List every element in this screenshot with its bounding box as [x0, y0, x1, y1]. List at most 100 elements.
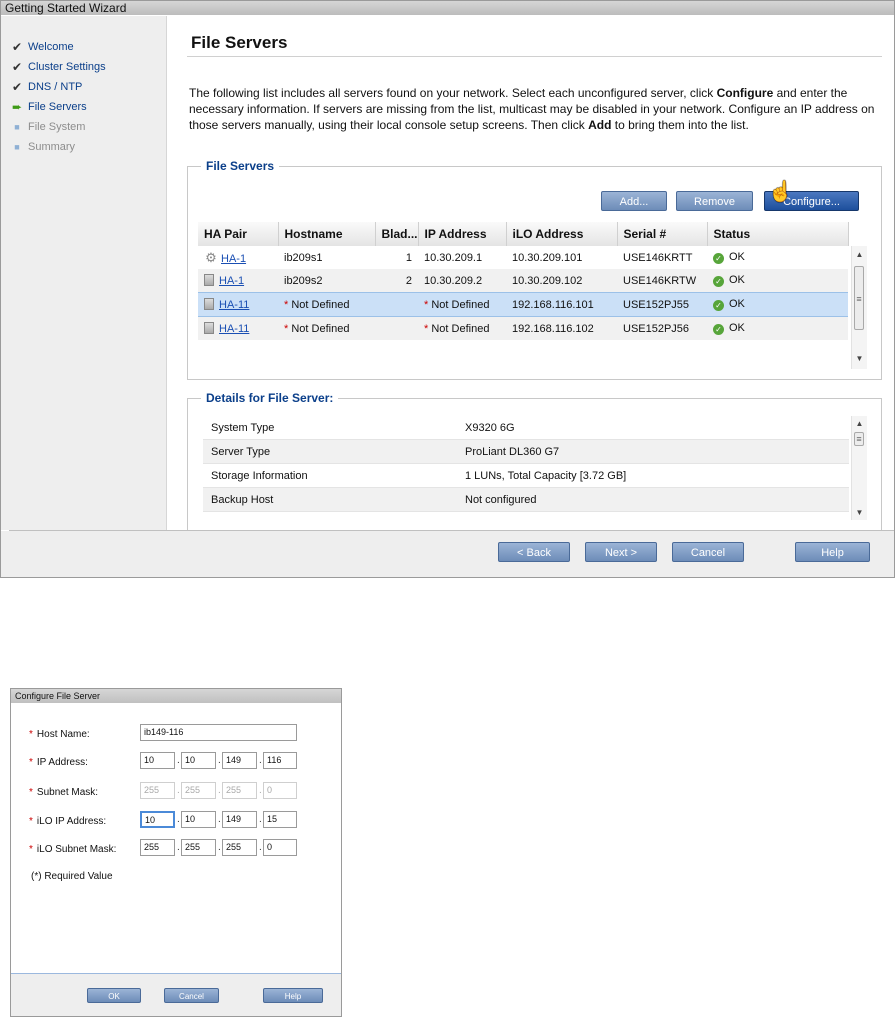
intro-add-keyword: Add — [588, 118, 612, 132]
ilo-ip-octet-2-input[interactable]: 10 — [181, 811, 216, 828]
required-marker: * — [29, 844, 33, 855]
remove-server-button[interactable]: Remove — [676, 191, 753, 211]
ha-pair-link[interactable]: HA-1 — [221, 253, 246, 265]
dialog-cancel-button[interactable]: Cancel — [164, 988, 219, 1003]
scroll-down-arrow-icon[interactable]: ▼ — [852, 354, 867, 363]
nav-step-file-system: ■ File System — [14, 118, 85, 136]
ha-pair-link[interactable]: HA-1 — [219, 275, 244, 287]
subnet-octet-4-input: 0 — [263, 782, 297, 799]
scroll-down-arrow-icon[interactable]: ▼ — [852, 508, 867, 517]
ilo-address-cell: 192.168.116.102 — [506, 316, 617, 340]
nav-step-dns-ntp[interactable]: ✔ DNS / NTP — [12, 78, 83, 96]
nav-step-label: File Servers — [28, 101, 87, 113]
required-marker: * — [29, 757, 33, 768]
ha-pair-link[interactable]: HA-11 — [219, 323, 249, 335]
nav-step-label: DNS / NTP — [28, 81, 83, 93]
cancel-button[interactable]: Cancel — [672, 542, 744, 562]
table-row[interactable]: ⚙ HA-1 ib209s1 1 10.30.209.1 10.30.209.10… — [198, 246, 848, 269]
square-bullet-icon: ■ — [14, 142, 20, 152]
detail-value: Not configured — [457, 487, 849, 512]
title-divider — [187, 56, 882, 57]
hostname-cell: ib209s2 — [278, 269, 375, 293]
detail-key: System Type — [203, 416, 457, 440]
table-row[interactable]: HA-11 * Not Defined * Not Defined 192.16… — [198, 316, 848, 340]
column-header-ilo-address[interactable]: iLO Address — [506, 222, 618, 246]
ip-octet-4-input[interactable]: 116 — [263, 752, 297, 769]
dialog-help-button[interactable]: Help — [263, 988, 323, 1003]
column-header-serial[interactable]: Serial # — [617, 222, 708, 246]
octet-separator: . — [177, 814, 180, 825]
octet-separator: . — [177, 785, 180, 796]
ilo-subnet-octet-4-input[interactable]: 0 — [263, 839, 297, 856]
octet-separator: . — [218, 814, 221, 825]
host-name-input[interactable]: ib149-116 — [140, 724, 297, 741]
ilo-subnet-octet-3-input[interactable]: 255 — [222, 839, 257, 856]
subnet-octet-3-input: 255 — [222, 782, 257, 799]
hostname-cell: * Not Defined — [278, 316, 375, 340]
table-row[interactable]: HA-1 ib209s2 2 10.30.209.2 10.30.209.102… — [198, 269, 848, 293]
scrollbar-thumb[interactable]: ≡ — [854, 432, 864, 446]
ilo-subnet-mask-label: * iLO Subnet Mask: — [29, 844, 116, 855]
octet-separator: . — [259, 842, 262, 853]
ha-pair-link[interactable]: HA-11 — [219, 299, 249, 311]
status-cell: ✓ OK — [707, 269, 848, 293]
detail-value: 1 LUNs, Total Capacity [3.72 GB] — [457, 463, 849, 488]
column-header-ip-address[interactable]: IP Address — [418, 222, 507, 246]
scroll-up-arrow-icon[interactable]: ▲ — [852, 419, 867, 428]
ilo-address-cell: 10.30.209.101 — [512, 251, 583, 264]
help-button[interactable]: Help — [795, 542, 870, 562]
status-cell: ✓ OK — [707, 246, 848, 269]
nav-step-cluster-settings[interactable]: ✔ Cluster Settings — [12, 58, 106, 76]
host-name-label-text: Host Name: — [36, 729, 90, 740]
scroll-up-arrow-icon[interactable]: ▲ — [852, 250, 867, 259]
server-icon — [204, 274, 214, 286]
hostname-cell: * Not Defined — [278, 292, 375, 317]
required-marker: * — [29, 729, 33, 740]
ilo-ip-octet-1-input[interactable]: 10 — [140, 811, 175, 828]
status-text: OK — [729, 274, 745, 286]
scrollbar-thumb[interactable]: ≡ — [854, 266, 864, 330]
file-servers-group-legend: File Servers — [201, 159, 280, 173]
nav-step-label: Welcome — [28, 41, 74, 53]
octet-separator: . — [218, 785, 221, 796]
ilo-ip-octet-3-input[interactable]: 149 — [222, 811, 257, 828]
status-cell: ✓ OK — [707, 316, 848, 340]
servers-table-scrollbar[interactable]: ▲ ≡ ▼ — [851, 246, 867, 369]
nav-step-welcome[interactable]: ✔ Welcome — [12, 38, 74, 56]
ip-address-cell: * Not Defined — [418, 292, 506, 317]
back-button[interactable]: < Back — [498, 542, 570, 562]
subnet-mask-label: * Subnet Mask: — [29, 787, 98, 798]
column-header-blade[interactable]: Blad... — [375, 222, 419, 246]
table-header-row: HA Pair Hostname Blad... IP Address iLO … — [198, 222, 849, 246]
required-marker: * — [424, 298, 429, 311]
required-marker: * — [424, 322, 429, 335]
table-row-selected[interactable]: HA-11 * Not Defined * Not Defined 192.16… — [198, 292, 848, 317]
ip-octet-2-input[interactable]: 10 — [181, 752, 216, 769]
ilo-ip-octet-4-input[interactable]: 15 — [263, 811, 297, 828]
ip-octet-1-input[interactable]: 10 — [140, 752, 175, 769]
host-name-label: * Host Name: — [29, 729, 90, 740]
checkmark-icon: ✔ — [11, 40, 23, 54]
ha-pair-cell: HA-11 — [198, 292, 278, 317]
column-header-ha-pair[interactable]: HA Pair — [198, 222, 279, 246]
octet-separator: . — [177, 842, 180, 853]
blade-cell — [375, 316, 418, 340]
nav-step-file-servers[interactable]: ➨ File Servers — [12, 98, 87, 116]
ilo-subnet-octet-2-input[interactable]: 255 — [181, 839, 216, 856]
dialog-title-bar: Configure File Server — [11, 689, 341, 703]
ha-pair-cell: ⚙ HA-1 — [198, 246, 278, 269]
server-icon — [204, 322, 214, 334]
page-title: File Servers — [191, 33, 288, 52]
ip-octet-3-input[interactable]: 149 — [222, 752, 257, 769]
ilo-subnet-octet-1-input[interactable]: 255 — [140, 839, 175, 856]
configure-file-server-dialog: Configure File Server * Host Name: ib149-… — [10, 688, 342, 1017]
nav-step-summary: ■ Summary — [14, 138, 75, 156]
next-button[interactable]: Next > — [585, 542, 657, 562]
column-header-status[interactable]: Status — [707, 222, 849, 246]
octet-separator: . — [259, 755, 262, 766]
server-icon — [204, 298, 214, 310]
column-header-hostname[interactable]: Hostname — [278, 222, 376, 246]
add-server-button[interactable]: Add... — [601, 191, 667, 211]
details-scrollbar[interactable]: ▲ ≡ ▼ — [851, 416, 867, 520]
ok-button[interactable]: OK — [87, 988, 141, 1003]
